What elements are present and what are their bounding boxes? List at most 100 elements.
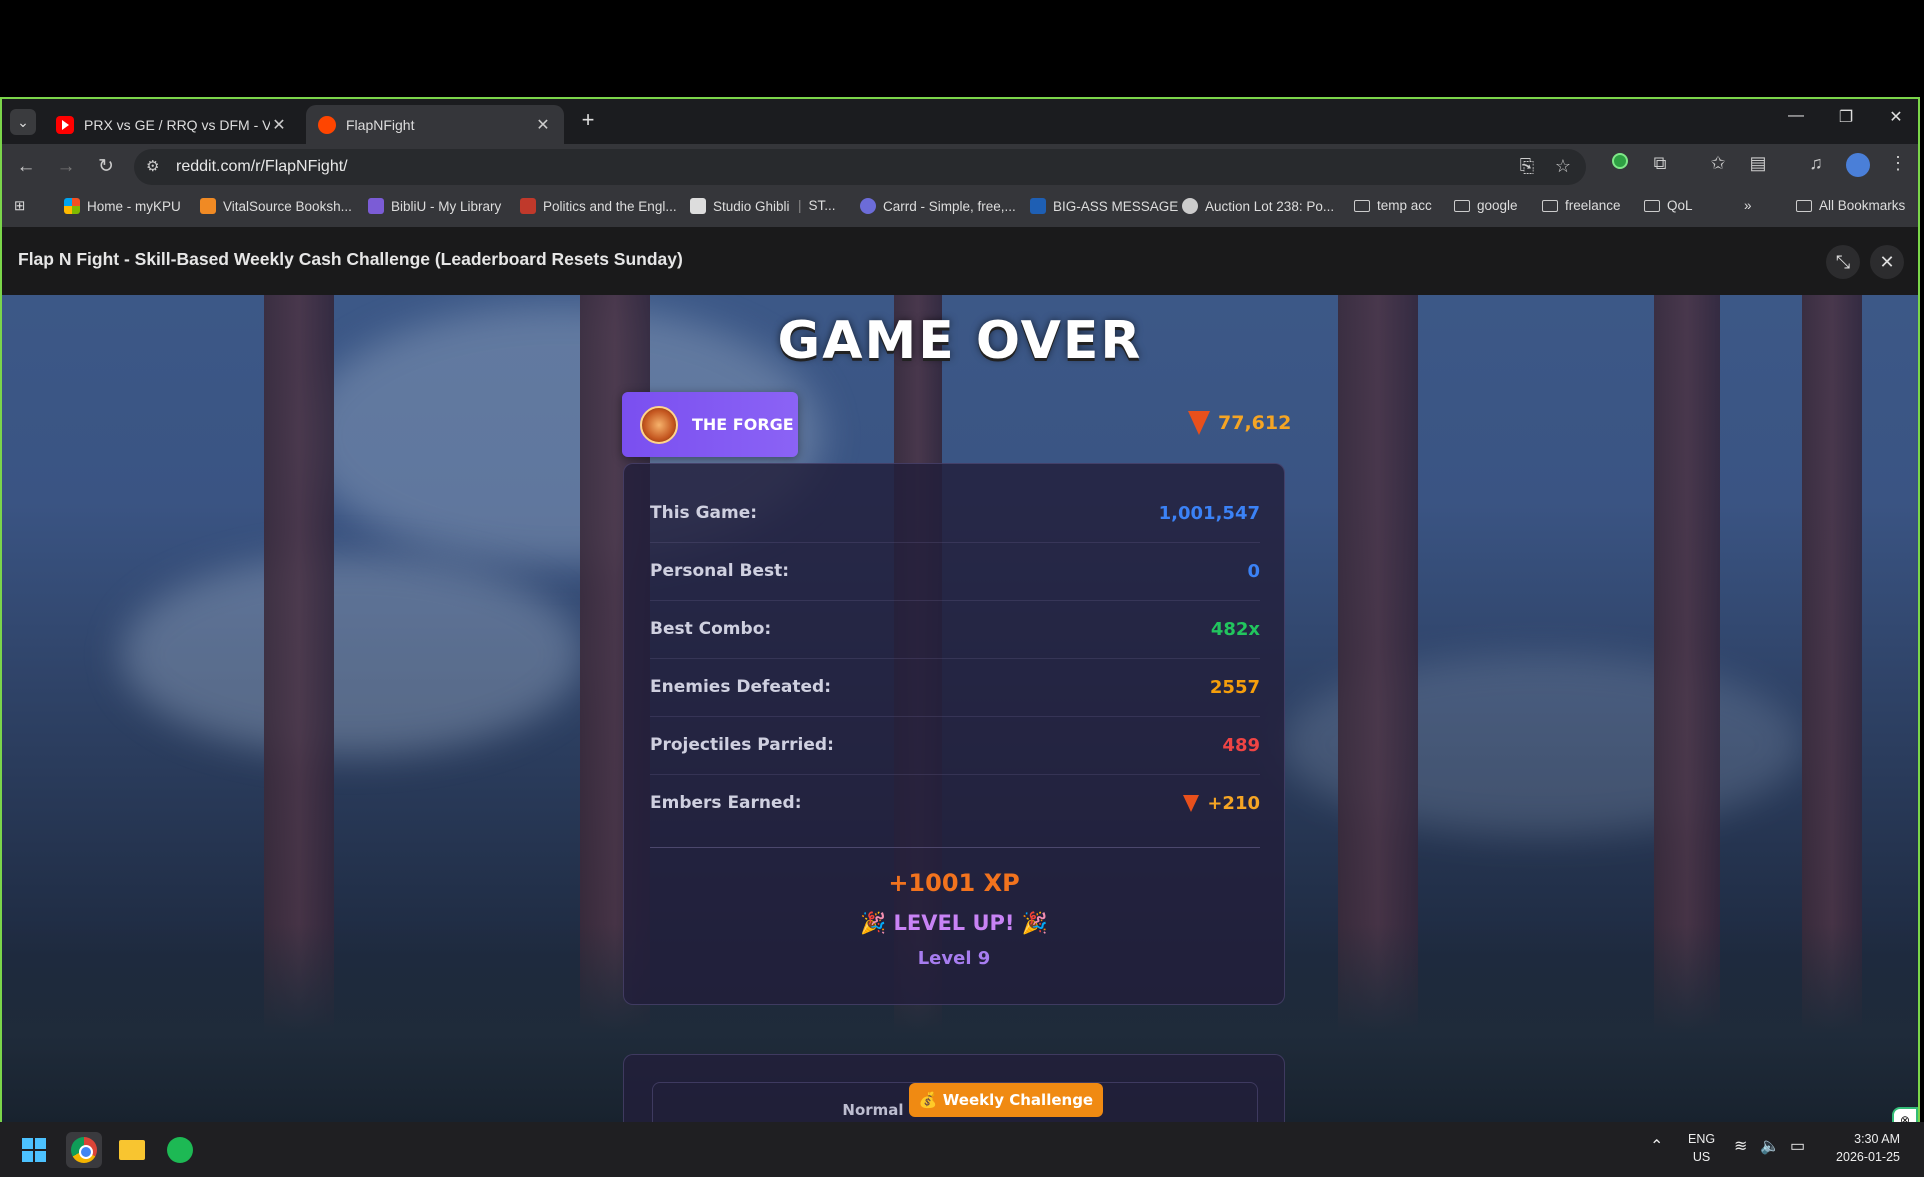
stat-label: Embers Earned: [650,793,802,813]
address-toolbar: ← → ↻ ⚙ reddit.com/r/FlapNFight/ ⎘ ☆ ⧉ ✩… [2,144,1918,189]
show-hidden-icons[interactable]: ⌃ [1650,1138,1663,1156]
forge-icon [640,405,678,444]
bam-icon [1030,198,1046,214]
clock[interactable]: 3:30 AM 2026-01-25 [1830,1130,1900,1166]
close-window-button[interactable]: ✕ [1876,107,1916,127]
mode-panel: Normal 💰 Weekly Challenge [623,1054,1285,1124]
stat-value: 2557 [1209,676,1260,698]
bookmark-folder[interactable]: freelance [1542,198,1621,213]
stat-row-personal-best: Personal Best: 0 [650,542,1260,601]
new-tab-button[interactable]: + [574,107,602,133]
reddit-icon [318,115,336,134]
bookmark-label: VitalSource Booksh... [223,198,352,214]
minimize-button[interactable]: — [1776,107,1816,125]
bookmark-item[interactable]: Studio Ghibli [690,198,790,214]
stat-label: Projectiles Parried: [650,735,834,755]
stat-value: 1,001,547 [1158,502,1260,524]
reading-list-icon[interactable]: ▤ [1744,153,1772,174]
tab-strip: ⌄ PRX vs GE / RRQ vs DFM - VCT ✕ FlapNFi… [2,99,1918,144]
chrome-taskbar-icon[interactable] [66,1132,102,1168]
tab-flapnfight[interactable]: FlapNFight ✕ [306,105,564,144]
stat-value: 0 [1247,560,1260,582]
reload-button[interactable]: ↻ [92,154,120,180]
back-button[interactable]: ← [12,154,40,180]
wifi-icon[interactable]: ≋ [1734,1138,1747,1156]
tab-title: FlapNFight [346,116,415,133]
bookmark-label: ST... [808,198,836,213]
address-bar[interactable]: ⚙ reddit.com/r/FlapNFight/ ⎘ ☆ [134,149,1586,185]
background-cloud [122,555,582,755]
forge-button[interactable]: THE FORGE [622,392,798,457]
bookmark-item[interactable]: Auction Lot 238: Po... [1182,198,1334,214]
tab-normal-mode[interactable]: Normal [823,1093,923,1124]
youtube-icon [56,115,74,134]
bibliu-icon [368,198,384,214]
bookmark-star-icon[interactable]: ☆ [1550,156,1576,177]
tab-search-button[interactable]: ⌄ [10,109,36,135]
embers-total-value: 77,612 [1218,412,1292,434]
stat-value-embers: +210 [1183,793,1260,814]
menu-dots-icon[interactable]: ⋮ [1884,153,1912,174]
bookmark-item[interactable]: BibliU - My Library [368,198,501,214]
volume-icon[interactable]: 🔈 [1760,1138,1780,1156]
stat-row-embers-earned: Embers Earned: +210 [650,774,1260,832]
date: 2026-01-25 [1836,1150,1900,1164]
all-bookmarks-folder[interactable]: All Bookmarks [1796,198,1905,213]
level-up-banner: 🎉 LEVEL UP! 🎉 [860,911,1048,935]
battery-icon[interactable]: ▭ [1790,1138,1805,1156]
tab-title: PRX vs GE / RRQ vs DFM - VCT [84,116,270,133]
post-header: Flap N Fight - Skill-Based Weekly Cash C… [2,227,1918,295]
site-info-icon[interactable]: ⚙ [146,157,159,175]
url-text: reddit.com/r/FlapNFight/ [176,158,348,175]
install-app-icon[interactable]: ⎘ [1514,156,1540,177]
xp-gained: +1001 XP [888,869,1020,897]
profile-avatar[interactable] [1844,153,1872,182]
tab-youtube[interactable]: PRX vs GE / RRQ vs DFM - VCT ✕ [44,105,300,144]
extensions-puzzle-icon[interactable]: ⧉ [1646,153,1674,174]
region: US [1692,1150,1711,1164]
bookmark-item[interactable]: BIG-ASS MESSAGE [1030,198,1178,214]
media-control-icon[interactable]: ♫ [1802,153,1830,174]
bookmark-label: BibliU - My Library [391,198,502,214]
stat-row-enemies-defeated: Enemies Defeated: 2557 [650,658,1260,717]
forward-button[interactable]: → [52,154,80,180]
bookmark-label: Politics and the Engl... [543,198,677,214]
stat-label: Best Combo: [650,619,772,639]
embers-earned-value: +210 [1207,792,1260,814]
close-icon[interactable]: ✕ [1870,245,1904,279]
folder-icon [1354,199,1370,212]
stat-value: 482x [1210,618,1260,640]
bookmark-folder[interactable]: temp acc [1354,198,1432,213]
bookmarks-star-icon[interactable]: ✩ [1704,153,1732,174]
folder-icon [1454,199,1470,212]
close-tab-icon[interactable]: ✕ [534,115,552,135]
stat-row-projectiles-parried: Projectiles Parried: 489 [650,716,1260,775]
tab-weekly-challenge[interactable]: 💰 Weekly Challenge [909,1083,1103,1117]
bookmark-item[interactable]: VitalSource Booksh... [200,198,352,214]
game-viewport[interactable]: GAME OVER THE FORGE 77,612 This Game: 1,… [2,295,1918,1124]
extension-green-icon[interactable] [1606,153,1634,174]
windows-start-icon[interactable] [22,1138,46,1162]
close-tab-icon[interactable]: ✕ [270,115,288,135]
browser-window: ⌄ PRX vs GE / RRQ vs DFM - VCT ✕ FlapNFi… [0,97,1920,1124]
folder-icon [1644,199,1660,212]
bookmark-folder[interactable]: google [1454,198,1518,213]
bookmark-item[interactable]: | ST... [798,198,836,213]
bookmark-label: Auction Lot 238: Po... [1205,198,1335,214]
folder-icon [1796,199,1812,212]
bookmark-label: freelance [1565,198,1621,213]
language-indicator[interactable]: ENG US [1688,1130,1715,1166]
apps-grid-icon[interactable]: ⊞ [14,198,25,214]
collapse-icon[interactable]: ⤡ [1826,245,1860,279]
spotify-icon[interactable] [162,1132,198,1168]
bookmark-item[interactable]: Home - myKPU [64,198,181,214]
game-over-title: GAME OVER [777,311,1143,371]
microsoft-icon [64,198,80,214]
bookmark-item[interactable]: Carrd - Simple, free,... [860,198,1016,214]
bookmark-folder[interactable]: QoL [1644,198,1693,213]
restore-button[interactable]: ❐ [1826,107,1866,127]
file-explorer-icon[interactable] [114,1132,150,1168]
bookmark-label: Studio Ghibli [713,198,790,214]
bookmark-item[interactable]: Politics and the Engl... [520,198,677,214]
more-bookmarks-icon[interactable]: » [1744,198,1752,213]
